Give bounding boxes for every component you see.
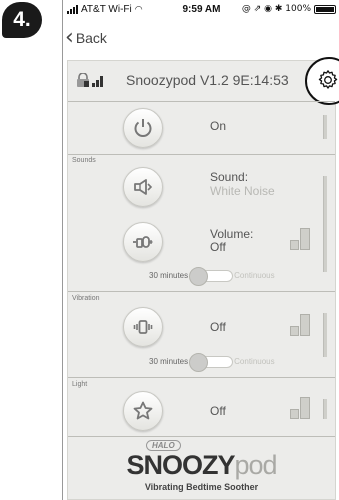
speaker-icon <box>134 179 153 195</box>
light-button[interactable] <box>123 391 163 431</box>
sounds-timer-left-label: 30 minutes <box>149 270 189 280</box>
chevron-left-icon: ‹ <box>65 25 74 50</box>
battery-icon <box>314 4 336 14</box>
brand-wordmark: SNOOZYpod <box>68 450 335 481</box>
sound-title: Sound: <box>210 170 249 184</box>
vibration-icon <box>133 320 153 334</box>
vibration-timer-right-label: Continuous <box>234 356 275 366</box>
light-scroll-indicator <box>323 399 327 419</box>
divider <box>68 101 335 102</box>
back-label: Back <box>75 30 107 46</box>
brand-tagline: Vibrating Bedtime Soother <box>144 482 259 492</box>
power-icon <box>134 119 152 137</box>
sounds-timer-toggle[interactable] <box>189 267 234 286</box>
vibration-timer-toggle[interactable] <box>189 353 234 372</box>
power-button[interactable] <box>123 108 163 148</box>
sounds-timer-toggle-row: 30 minutes Continuous <box>149 267 275 286</box>
volume-icon <box>133 236 153 248</box>
power-state: On <box>210 119 227 133</box>
vibration-state: Off <box>210 320 226 334</box>
phone-screen: AT&T Wi-Fi ◠ 9:59 AM @ ⇗ ◉ ✱ 100% ‹ Back… <box>62 0 339 500</box>
vibration-timer-left-label: 30 minutes <box>149 356 189 366</box>
signal-strength-icon <box>92 76 103 87</box>
volume-button[interactable] <box>123 222 163 262</box>
settings-button[interactable] <box>305 57 339 105</box>
vibration-timer-toggle-row: 30 minutes Continuous <box>149 353 275 372</box>
vibration-level-indicator[interactable] <box>290 314 312 336</box>
device-panel: Snoozypod V1.2 9E:14:53 On Sounds Sound:… <box>67 57 339 500</box>
vibration-scroll-indicator <box>323 313 327 357</box>
brand-dark: SNOOZY <box>126 450 235 480</box>
status-indicators: @ ⇗ ◉ ✱ 100% <box>241 4 311 14</box>
device-header: Snoozypod V1.2 9E:14:53 <box>68 57 339 105</box>
volume-title: Volume: <box>210 227 254 241</box>
light-state: Off <box>210 404 226 418</box>
star-icon <box>133 401 153 420</box>
volume-value: Off <box>210 240 226 254</box>
sounds-scroll-indicator <box>323 176 327 272</box>
lock-icon <box>77 73 89 87</box>
sound-select-button[interactable] <box>123 167 163 207</box>
vibration-section-label: Vibration <box>72 295 100 302</box>
toggle-knob <box>189 353 209 372</box>
sound-value: White Noise <box>210 184 275 198</box>
toggle-knob <box>189 267 209 286</box>
power-scroll-indicator <box>323 115 327 139</box>
volume-level-indicator[interactable] <box>290 228 312 250</box>
back-button[interactable]: ‹ Back <box>65 25 107 50</box>
light-section-label: Light <box>72 381 88 388</box>
divider <box>68 291 335 292</box>
divider <box>68 436 335 437</box>
gear-icon <box>318 70 338 89</box>
device-name: Snoozypod V1.2 9E:14:53 <box>126 72 289 88</box>
divider <box>68 377 335 378</box>
sounds-timer-right-label: Continuous <box>234 270 275 280</box>
sounds-section-label: Sounds <box>72 157 96 164</box>
divider <box>68 154 335 155</box>
status-bar: AT&T Wi-Fi ◠ 9:59 AM @ ⇗ ◉ ✱ 100% <box>63 0 339 20</box>
status-right: @ ⇗ ◉ ✱ 100% <box>242 4 336 14</box>
vibration-button[interactable] <box>123 307 163 347</box>
brand-light: pod <box>234 450 277 480</box>
light-level-indicator[interactable] <box>290 397 312 419</box>
step-number-badge: 4. <box>2 2 42 38</box>
